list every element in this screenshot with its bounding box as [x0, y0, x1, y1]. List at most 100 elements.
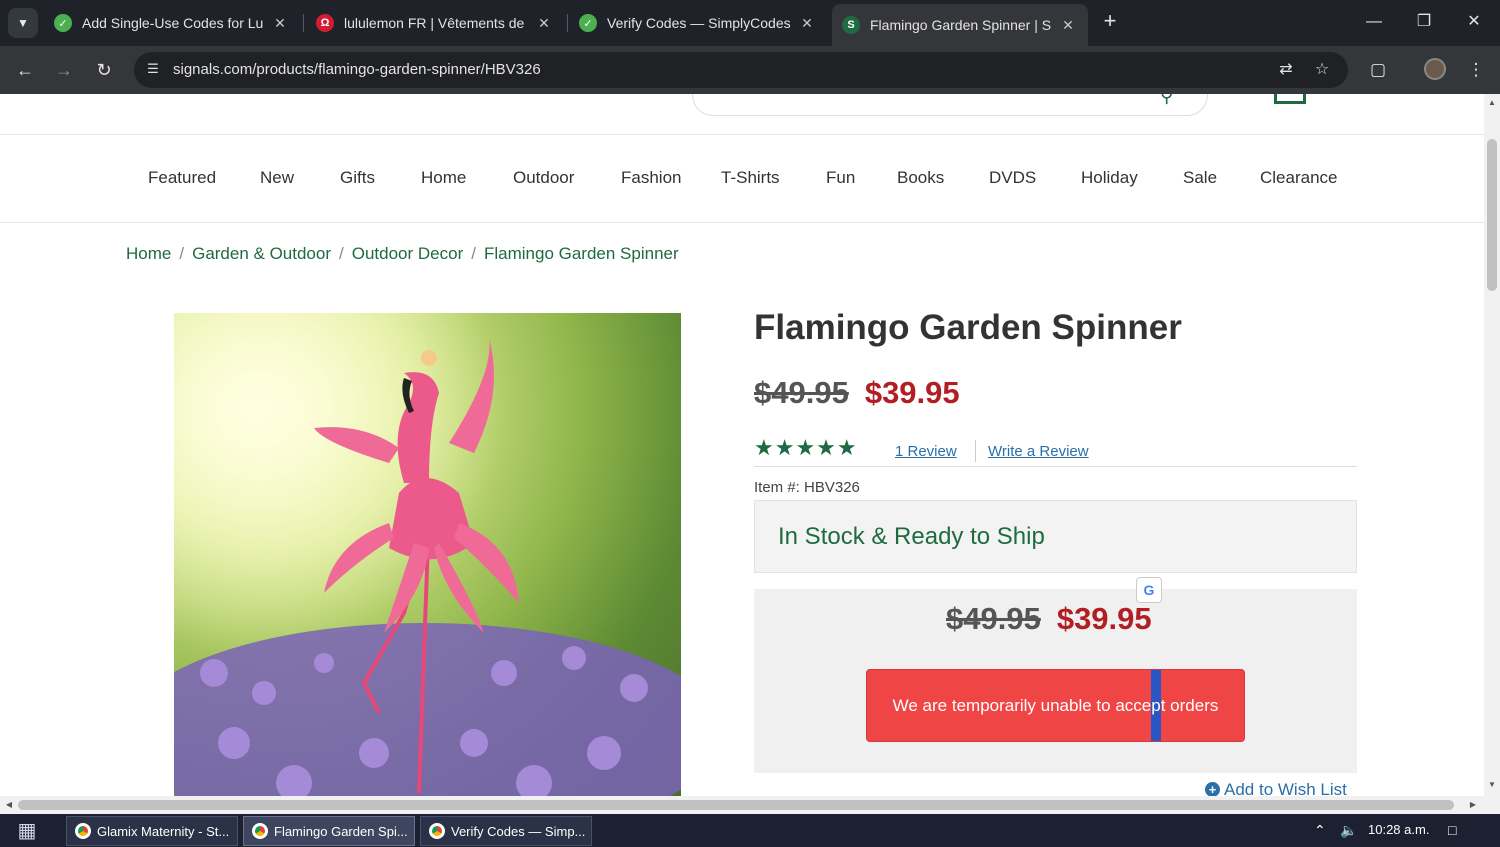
browser-tab[interactable]: ✓ Verify Codes — SimplyCodes ✕	[569, 6, 827, 40]
original-price: $49.95	[754, 375, 849, 410]
horizontal-scroll-thumb[interactable]	[18, 800, 1454, 810]
taskbar-item-active[interactable]: Flamingo Garden Spi...	[243, 816, 415, 846]
site-search-input[interactable]	[692, 94, 1208, 116]
scroll-left-arrow-icon[interactable]: ◀	[2, 798, 16, 812]
browser-tab[interactable]: ✓ Add Single-Use Codes for Lulul ✕	[44, 6, 300, 40]
star-rating-icon[interactable]: ★★★★★	[754, 435, 858, 461]
purchase-prices: $49.95 $39.95	[946, 601, 1152, 637]
lululemon-favicon-icon: Ω	[316, 14, 334, 32]
browser-tab-bar: ▼ ✓ Add Single-Use Codes for Lulul ✕ Ω l…	[0, 0, 1500, 46]
tab-search-icon[interactable]: ▼	[8, 8, 38, 38]
vertical-scroll-thumb[interactable]	[1487, 139, 1497, 291]
item-number: Item #: HBV326	[754, 479, 860, 496]
orders-unavailable-button[interactable]: We are temporarily unable to accept orde…	[866, 669, 1245, 742]
address-bar[interactable]: ☰ signals.com/products/flamingo-garden-s…	[134, 52, 1348, 88]
write-review-link[interactable]: Write a Review	[988, 443, 1089, 460]
nav-fun[interactable]: Fun	[826, 168, 855, 188]
product-title: Flamingo Garden Spinner	[754, 308, 1182, 347]
url-text[interactable]: signals.com/products/flamingo-garden-spi…	[173, 61, 541, 78]
original-price: $49.95	[946, 601, 1041, 636]
chrome-icon	[429, 823, 445, 839]
vertical-scrollbar[interactable]: ▲ ▼	[1484, 94, 1500, 796]
breadcrumb-current: Flamingo Garden Spinner	[483, 244, 679, 263]
nav-books[interactable]: Books	[897, 168, 944, 188]
menu-kebab-icon[interactable]: ⋮	[1464, 58, 1488, 82]
minimize-icon[interactable]: —	[1362, 10, 1386, 34]
nav-outdoor[interactable]: Outdoor	[513, 168, 574, 188]
sale-price: $39.95	[864, 375, 960, 410]
rating-row: ★★★★★ 1 Review Write a Review	[754, 435, 1357, 467]
scroll-right-arrow-icon[interactable]: ▶	[1466, 798, 1480, 812]
text-selection-highlight: p	[1151, 670, 1161, 741]
flamingo-illustration	[174, 313, 681, 796]
breadcrumb-outdoor-decor[interactable]: Outdoor Decor	[352, 244, 464, 263]
nav-sale[interactable]: Sale	[1183, 168, 1217, 188]
nav-holiday[interactable]: Holiday	[1081, 168, 1138, 188]
horizontal-scrollbar[interactable]: ◀ ▶	[0, 796, 1484, 814]
nav-new[interactable]: New	[260, 168, 294, 188]
simplycodes-favicon-icon: ✓	[579, 14, 597, 32]
nav-dvds[interactable]: DVDS	[989, 168, 1036, 188]
cart-icon[interactable]	[1274, 94, 1306, 104]
start-grid-icon[interactable]: ▦	[12, 820, 42, 842]
notifications-icon[interactable]: □	[1448, 822, 1456, 838]
stock-status-box: In Stock & Ready to Ship	[754, 500, 1357, 573]
nav-clearance[interactable]: Clearance	[1260, 168, 1338, 188]
breadcrumb: Home / Garden & Outdoor / Outdoor Decor / Flam…	[126, 244, 679, 263]
forward-arrow-icon[interactable]: →	[51, 57, 77, 83]
new-tab-plus-icon[interactable]: +	[1098, 10, 1122, 34]
close-tab-icon[interactable]: ✕	[534, 15, 554, 32]
browser-toolbar: ← → ↻ ☰ signals.com/products/flamingo-ga…	[0, 46, 1500, 94]
profile-avatar[interactable]	[1424, 58, 1446, 80]
scroll-up-arrow-icon[interactable]: ▲	[1484, 96, 1500, 110]
tray-chevron-up-icon[interactable]: ⌃	[1314, 822, 1326, 839]
taskbar-item[interactable]: Verify Codes — Simp...	[420, 816, 592, 846]
tab-separator	[303, 14, 304, 32]
browser-tab[interactable]: Ω lululemon FR | Vêtements de Yo ✕	[306, 6, 564, 40]
back-arrow-icon[interactable]: ←	[12, 57, 38, 83]
stock-status: In Stock & Ready to Ship	[778, 523, 1045, 550]
nav-home[interactable]: Home	[421, 168, 466, 188]
breadcrumb-garden-outdoor[interactable]: Garden & Outdoor	[192, 244, 331, 263]
close-tab-icon[interactable]: ✕	[270, 15, 290, 32]
bookmark-star-icon[interactable]: ☆	[1312, 60, 1332, 80]
page-viewport: ⚲ Featured New Gifts Home Outdoor Fashio…	[0, 94, 1484, 796]
chrome-icon	[252, 823, 268, 839]
sale-price: $39.95	[1056, 601, 1152, 636]
tab-separator	[567, 14, 568, 32]
nav-fashion[interactable]: Fashion	[621, 168, 681, 188]
nav-gifts[interactable]: Gifts	[340, 168, 375, 188]
product-image[interactable]	[174, 313, 681, 796]
simplycodes-favicon-icon: ✓	[54, 14, 72, 32]
browser-tab-active[interactable]: S Flamingo Garden Spinner | Sign ✕	[832, 4, 1088, 46]
signals-favicon-icon: S	[842, 16, 860, 34]
close-tab-icon[interactable]: ✕	[797, 15, 817, 32]
volume-icon[interactable]: 🔈	[1340, 822, 1357, 839]
reviews-link[interactable]: 1 Review	[895, 443, 957, 460]
reload-icon[interactable]: ↻	[91, 57, 117, 83]
extensions-puzzle-icon[interactable]: ▢	[1366, 58, 1390, 82]
close-window-icon[interactable]: ✕	[1462, 10, 1486, 34]
breadcrumb-home[interactable]: Home	[126, 244, 171, 263]
windows-taskbar: ▦ Glamix Maternity - St... Flamingo Gard…	[0, 814, 1500, 847]
taskbar-item[interactable]: Glamix Maternity - St...	[66, 816, 238, 846]
chrome-icon	[75, 823, 91, 839]
restore-icon[interactable]: ❐	[1412, 10, 1436, 34]
clock[interactable]: 10:28 a.m.	[1368, 822, 1429, 837]
nav-t-shirts[interactable]: T-Shirts	[721, 168, 780, 188]
purchase-box: G $49.95 $39.95 We are temporarily unable…	[754, 577, 1357, 773]
main-navigation: Featured New Gifts Home Outdoor Fashion …	[0, 136, 1484, 223]
nav-featured[interactable]: Featured	[148, 168, 216, 188]
scrollbar-corner	[1484, 796, 1500, 814]
price-row: $49.95 $39.95	[754, 375, 960, 411]
divider	[975, 440, 976, 462]
close-tab-icon[interactable]: ✕	[1058, 17, 1078, 34]
site-info-icon[interactable]: ☰	[144, 61, 162, 79]
plus-circle-icon: +	[1205, 782, 1220, 796]
add-to-wishlist-link[interactable]: + Add to Wish List	[1205, 780, 1347, 796]
search-icon[interactable]: ⚲	[1160, 94, 1184, 110]
translate-page-icon[interactable]: ⇄	[1276, 60, 1296, 80]
site-header: ⚲	[0, 94, 1484, 135]
scroll-down-arrow-icon[interactable]: ▼	[1484, 778, 1500, 792]
google-translate-icon[interactable]: G	[1136, 577, 1162, 603]
